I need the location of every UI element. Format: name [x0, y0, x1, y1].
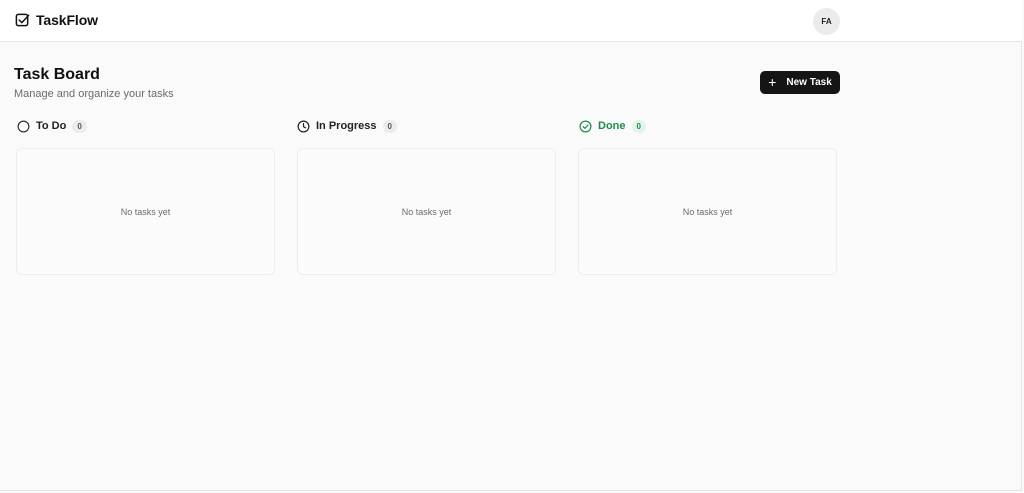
empty-state-text: No tasks yet [120, 206, 171, 217]
page-subtitle: Manage and organize your tasks [14, 88, 174, 100]
column-header-in-progress: In Progress 0 [297, 118, 397, 134]
clock-icon [297, 120, 310, 132]
column-dropzone-todo[interactable]: No tasks yet [16, 148, 275, 275]
app-name: TaskFlow [36, 12, 98, 28]
empty-state-text: No tasks yet [682, 206, 733, 217]
column-title: Done [598, 120, 626, 132]
new-task-button[interactable]: + New Task [760, 71, 840, 94]
column-count-badge: 0 [72, 119, 87, 133]
circle-icon [17, 120, 30, 132]
page-title: Task Board [14, 66, 100, 83]
check-circle-icon [579, 120, 592, 132]
column-count-badge: 0 [382, 119, 397, 133]
column-header-todo: To Do 0 [17, 118, 87, 134]
top-navbar: TaskFlow FA [0, 0, 1022, 42]
column-title: To Do [36, 120, 67, 132]
column-title: In Progress [316, 120, 377, 132]
checkbox-icon [15, 13, 30, 26]
new-task-label: New Task [786, 77, 832, 88]
column-header-done: Done 0 [579, 118, 646, 134]
user-avatar[interactable]: FA [813, 8, 840, 35]
app-window: TaskFlow FA Task Board Manage and organi… [0, 0, 1022, 491]
column-count-badge: 0 [631, 119, 646, 133]
brand[interactable]: TaskFlow [15, 12, 98, 28]
column-dropzone-done[interactable]: No tasks yet [578, 148, 837, 275]
empty-state-text: No tasks yet [401, 206, 452, 217]
plus-icon: + [768, 74, 777, 90]
column-dropzone-in-progress[interactable]: No tasks yet [297, 148, 556, 275]
